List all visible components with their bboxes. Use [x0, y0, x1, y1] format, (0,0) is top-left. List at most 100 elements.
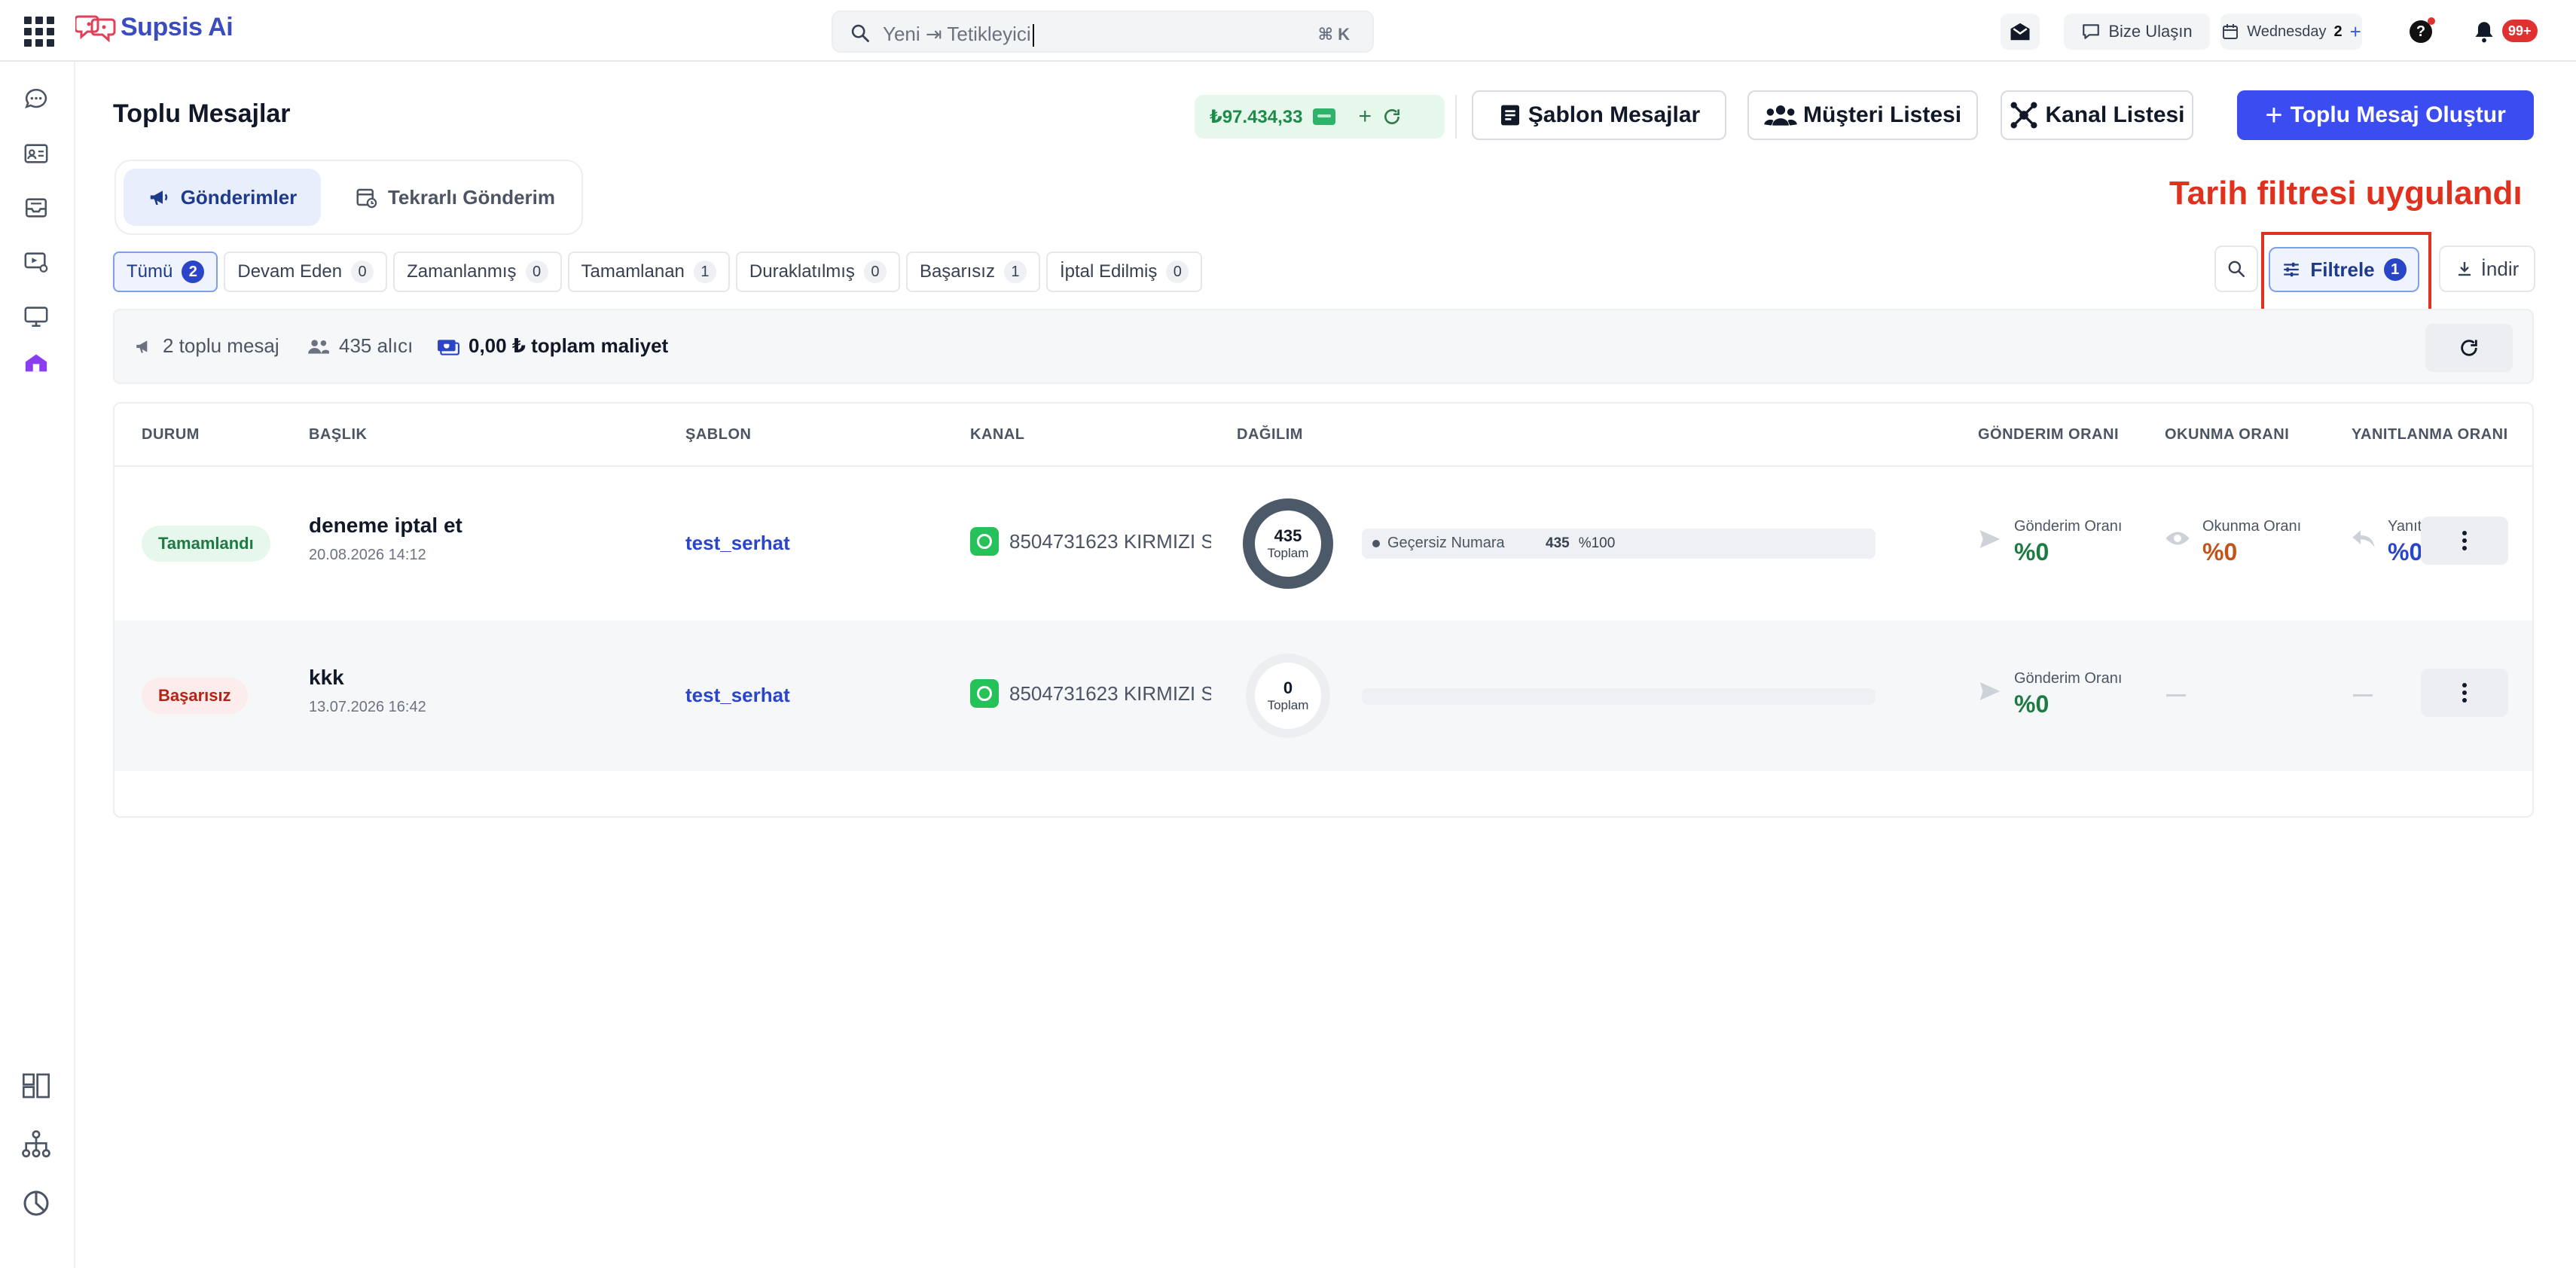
chip-label: Zamanlanmış: [407, 261, 517, 282]
whatsapp-icon: [970, 679, 999, 708]
chip-label: Devam Eden: [237, 261, 343, 282]
status-filter-chips: Tümü 2 Devam Eden 0 Zamanlanmış 0 Tamamlana…: [113, 251, 1203, 292]
channel-list-label: Kanal Listesi: [2045, 102, 2185, 127]
download-label: İndir: [2480, 257, 2520, 280]
sidebar-media-settings-icon[interactable]: [21, 247, 51, 277]
filter-chip-failed[interactable]: Başarısız 1: [905, 251, 1040, 292]
global-search-input[interactable]: Yeni ⇥ Tetikleyici ⌘ K: [832, 11, 1374, 53]
send-rate-label: Gönderim Oranı: [2014, 518, 2123, 535]
donut-total-label: Toplam: [1267, 546, 1309, 560]
channel-name: 8504731623 KIRMIZI SANAL: [1009, 681, 1211, 705]
chip-label: İptal Edilmiş: [1059, 261, 1158, 282]
send-rate-metric: Gönderim Oranı %0: [1978, 670, 2122, 718]
filter-chip-all[interactable]: Tümü 2: [113, 251, 218, 292]
template-link[interactable]: test_serhat: [685, 532, 790, 555]
read-rate-metric: Okunma Oranı %0: [2165, 518, 2301, 566]
sidebar-reports-icon[interactable]: [21, 1188, 51, 1218]
channel-list-button[interactable]: Kanal Listesi: [2001, 90, 2193, 140]
col-read-rate: OKUNMA ORANI: [2165, 426, 2290, 443]
sidebar-inbox-icon[interactable]: [21, 193, 51, 223]
home-campaign-icon: [25, 354, 47, 372]
app-logo[interactable]: Supsis Ai: [75, 12, 233, 42]
message-title: deneme iptal et: [309, 514, 462, 537]
summary-recipients: 435 alıcı: [307, 334, 413, 358]
chip-label: Tamamlanan: [581, 261, 685, 282]
table-search-button[interactable]: [2214, 245, 2258, 292]
filter-chip-completed[interactable]: Tamamlanan 1: [567, 251, 730, 292]
video-settings-icon: [24, 252, 48, 273]
filter-chip-ongoing[interactable]: Devam Eden 0: [224, 251, 388, 292]
text-caret: [1032, 24, 1034, 47]
balance-widget: ₺97.434,33 +: [1195, 95, 1445, 139]
row-actions-button[interactable]: [2421, 517, 2508, 565]
filter-count-badge: 1: [2383, 258, 2407, 281]
sidebar-layout-icon[interactable]: [21, 1071, 51, 1101]
balance-amount: ₺97.434,33: [1210, 106, 1303, 127]
distribution-donut: 0 Toplam: [1241, 649, 1335, 742]
segment-count: 435: [1546, 535, 1570, 551]
segment-percent: %100: [1578, 535, 1616, 551]
add-icon[interactable]: +: [2350, 20, 2361, 44]
sidebar-contacts-icon[interactable]: [21, 139, 51, 169]
col-channel: KANAL: [970, 426, 1025, 443]
mail-button[interactable]: [2001, 14, 2040, 50]
add-balance-icon[interactable]: +: [1358, 104, 1372, 130]
create-bulk-message-label: Toplu Mesaj Oluştur: [2290, 102, 2506, 127]
summary-messages-text: 2 toplu mesaj: [163, 334, 279, 357]
filter-button[interactable]: Filtrele 1: [2269, 247, 2419, 292]
download-button[interactable]: İndir: [2439, 245, 2535, 292]
channel-name: 8504731623 KIRMIZI SANAL: [1009, 529, 1211, 553]
table-row[interactable]: Başarısız kkk 13.07.2026 16:42 test_serh…: [114, 620, 2532, 771]
id-card-icon: [24, 144, 48, 163]
bulk-messages-table: DURUM BAŞLIK ŞABLON KANAL DAĞILIM GÖNDER…: [113, 402, 2534, 818]
filter-chip-scheduled[interactable]: Zamanlanmış 0: [393, 251, 562, 292]
message-date: 13.07.2026 16:42: [309, 699, 426, 715]
sidebar-screen-icon[interactable]: [21, 301, 51, 331]
title-cell: kkk 13.07.2026 16:42: [309, 666, 426, 716]
channel-cell: 8504731623 KIRMIZI SANAL: [970, 527, 1211, 556]
bell-icon: [2475, 22, 2493, 43]
read-rate-empty: [2166, 694, 2186, 696]
annotation-text: Tarih filtresi uygulandı: [2169, 175, 2523, 212]
sidebar-flow-icon[interactable]: [21, 1129, 51, 1160]
tab-recurring[interactable]: Tekrarlı Gönderim: [334, 169, 575, 226]
refresh-balance-icon[interactable]: [1382, 107, 1402, 126]
template-link[interactable]: test_serhat: [685, 684, 790, 707]
layout-icon: [23, 1073, 50, 1099]
refresh-button[interactable]: [2425, 324, 2513, 372]
chip-label: Tümü: [127, 261, 173, 282]
chip-label: Başarısız: [919, 261, 995, 282]
chat-bubble-icon: [25, 88, 47, 109]
chip-label: Duraklatılmış: [749, 261, 855, 282]
filter-chip-paused[interactable]: Duraklatılmış 0: [735, 251, 900, 292]
status-badge: Başarısız: [142, 678, 248, 714]
summary-recipients-text: 435 alıcı: [339, 334, 414, 357]
template-messages-button[interactable]: Şablon Mesajlar: [1472, 90, 1726, 140]
send-icon: [1979, 682, 2001, 700]
filter-label: Filtrele: [2310, 258, 2375, 281]
tab-sends[interactable]: Gönderimler: [124, 169, 321, 226]
send-rate-label: Gönderim Oranı: [2014, 670, 2123, 687]
contact-us-button[interactable]: Bize Ulaşın: [2064, 14, 2210, 50]
help-notification-dot: [2428, 17, 2435, 25]
col-send-rate: GÖNDERIM ORANI: [1978, 426, 2119, 443]
eye-icon: [2165, 532, 2190, 545]
app-name: Supsis Ai: [121, 12, 233, 41]
sidebar-campaigns-icon[interactable]: [21, 348, 51, 378]
message-title: kkk: [309, 666, 344, 689]
row-actions-button[interactable]: [2421, 669, 2508, 717]
calendar-button[interactable]: Wednesday 2 +: [2220, 14, 2362, 50]
apps-grid-icon[interactable]: [23, 15, 56, 48]
filter-chip-cancelled[interactable]: İptal Edilmiş 0: [1045, 251, 1203, 292]
create-bulk-message-button[interactable]: + Toplu Mesaj Oluştur: [2237, 90, 2534, 140]
day-label: Wednesday: [2247, 23, 2327, 40]
help-button[interactable]: ?: [2403, 14, 2439, 50]
summary-messages: 2 toplu mesaj: [134, 334, 279, 358]
customer-list-button[interactable]: Müşteri Listesi: [1747, 90, 1978, 140]
reply-rate-empty: [2353, 694, 2373, 696]
sidebar-conversations-icon[interactable]: [21, 84, 51, 114]
view-tabs: Gönderimler Tekrarlı Gönderim: [114, 160, 583, 235]
table-row[interactable]: Tamamlandı deneme iptal et 20.08.2026 14…: [114, 468, 2532, 619]
document-icon: [1500, 105, 1519, 126]
notifications-button[interactable]: [2468, 14, 2501, 50]
